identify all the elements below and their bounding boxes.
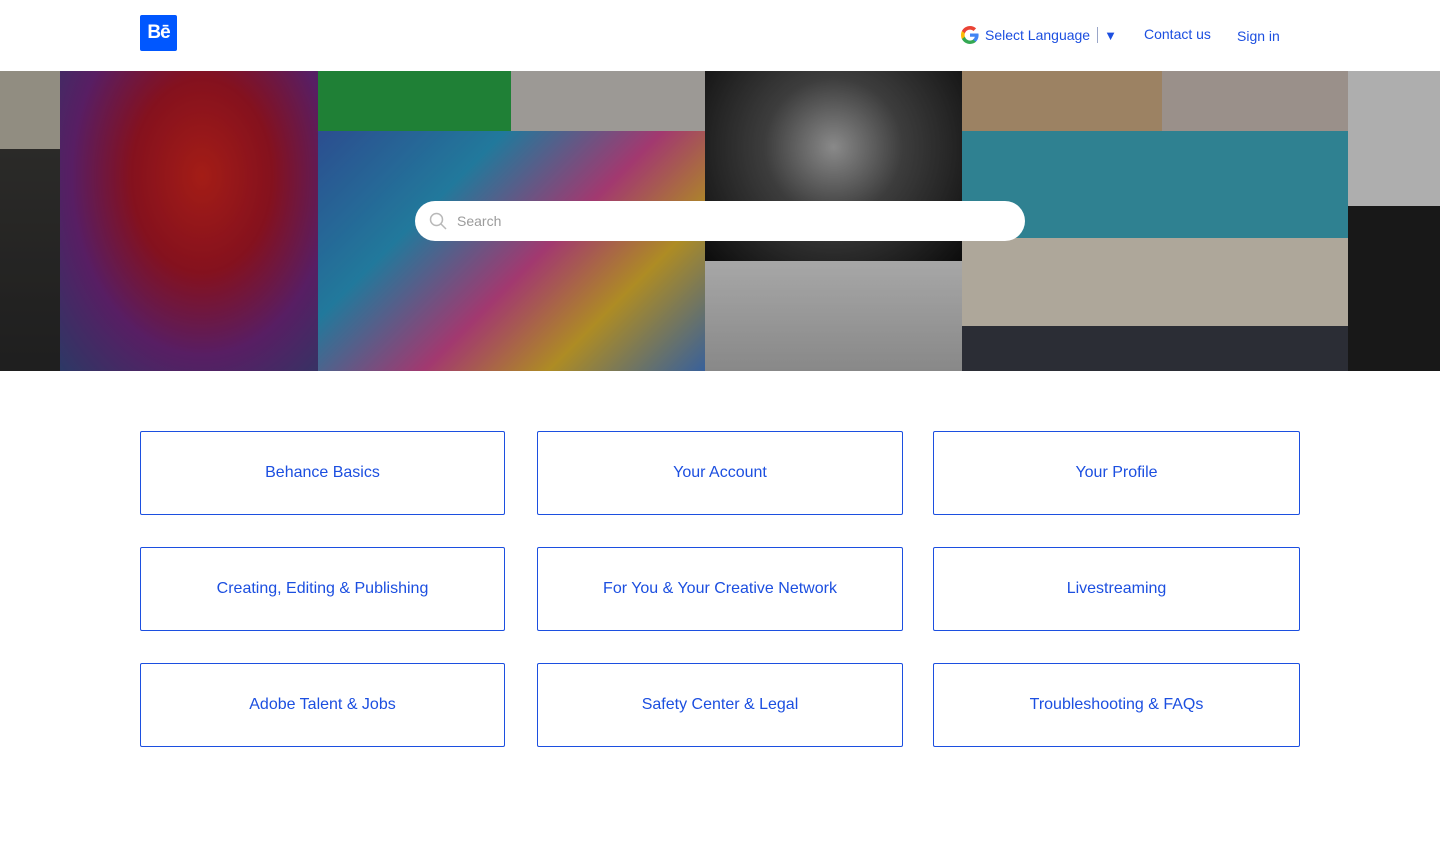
hero-banner	[0, 71, 1440, 371]
language-selector[interactable]: Select Language ▼	[961, 24, 1117, 46]
category-card-your-profile[interactable]: Your Profile	[933, 431, 1300, 515]
select-language-label: Select Language	[985, 27, 1091, 43]
sign-in-link[interactable]: Sign in	[1237, 28, 1280, 44]
contact-us-link[interactable]: Contact us	[1144, 26, 1211, 42]
behance-logo[interactable]: Bē	[140, 15, 177, 51]
category-card-troubleshooting-faqs[interactable]: Troubleshooting & FAQs	[933, 663, 1300, 747]
category-card-your-account[interactable]: Your Account	[537, 431, 903, 515]
search-icon	[429, 212, 447, 230]
category-card-creative-network[interactable]: For You & Your Creative Network	[537, 547, 903, 631]
search-input[interactable]	[455, 212, 999, 230]
site-header: Bē Select Language ▼ Contact us Sign in	[0, 0, 1440, 71]
category-card-livestreaming[interactable]: Livestreaming	[933, 547, 1300, 631]
category-card-talent-jobs[interactable]: Adobe Talent & Jobs	[140, 663, 505, 747]
category-card-creating-editing-publishing[interactable]: Creating, Editing & Publishing	[140, 547, 505, 631]
search-bar[interactable]	[415, 201, 1025, 241]
google-icon	[961, 26, 979, 44]
language-divider	[1097, 27, 1099, 43]
category-card-behance-basics[interactable]: Behance Basics	[140, 431, 505, 515]
chevron-down-icon: ▼	[1104, 27, 1117, 43]
category-card-safety-legal[interactable]: Safety Center & Legal	[537, 663, 903, 747]
